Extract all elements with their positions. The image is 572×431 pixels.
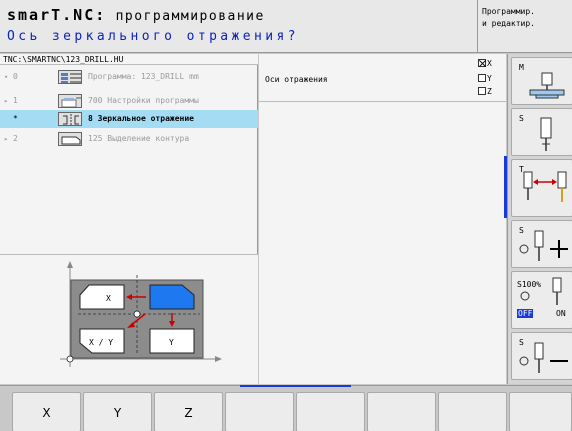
file-path: TNC:\SMARTNC\123_DRILL.HU [0,54,258,65]
divider [259,101,506,102]
softkey-tool-call[interactable]: T [511,159,572,217]
axis-x-name: X [487,59,492,68]
softkey-letter: S [519,114,524,123]
help-graphic: X X / Y Y [0,254,258,384]
softkey-spindle-plus[interactable]: S [511,220,572,268]
softkey-axis-y[interactable]: Y [83,392,152,431]
axis-z-name: Z [487,87,492,96]
spindle-machine-icon [529,72,565,99]
softkey-empty-7[interactable] [438,392,507,431]
contour-icon [58,132,82,146]
tree-item-settings[interactable]: ▸ 1 700 Настройки программы [0,92,258,110]
axis-y-checkbox[interactable]: Y [478,74,492,84]
softkey-spindle[interactable]: S [511,108,572,156]
tree-item-program[interactable]: ▾ 0 Программа: 123_DRILL mm [0,68,258,86]
tool-change-icon [523,171,567,202]
mirror-diagram: X X / Y Y [60,261,222,367]
title-brand: smarT.NC: [7,6,107,24]
program-icon [58,70,82,84]
override-off-toggle[interactable]: OFF [517,309,534,318]
override-percent: S100% [517,280,542,289]
tree-item-contour[interactable]: ▸ 2 125 Выделение контура [0,130,258,148]
collapse-arrow-icon[interactable]: ▾ [4,68,8,86]
form-panel: Оси отражения X Y Z [259,54,506,384]
tree-item-marker: * [13,114,18,123]
settings-icon [58,94,82,108]
softkey-empty-6[interactable] [367,392,436,431]
page-title: smarT.NC: программирование [7,6,265,24]
checkbox-icon[interactable] [478,87,486,95]
spindle-tool-icon [552,277,562,305]
softkey-spindle-minus[interactable]: S [511,332,572,380]
axis-x-checkbox[interactable]: X [478,59,492,69]
spindle-tool-icon [540,117,552,151]
tree-item-label: Программа: 123_DRILL mm [88,72,199,81]
program-tree-panel: TNC:\SMARTNC\123_DRILL.HU ▾ 0 Программа:… [0,54,258,384]
mode-line-2: и редактир. [482,19,535,28]
title-area: smarT.NC: программирование Ось зеркально… [0,0,478,53]
mode-line-1: Программир. [482,7,535,16]
vertical-softkey-bar: M S T S S100% OFF ON S [507,54,572,384]
expand-arrow-icon[interactable]: ▸ [4,130,8,148]
softkey-empty-4[interactable] [225,392,294,431]
diagram-y-label: Y [169,338,174,347]
axis-y-name: Y [487,74,492,83]
tree-item-number: 0 [13,72,18,81]
mirror-axes-label: Оси отражения [265,75,328,84]
softkey-empty-8[interactable] [509,392,572,431]
tree-item-number: 2 [13,134,18,143]
softkey-m-function[interactable]: M [511,57,572,105]
tree-item-label: 700 Настройки программы [88,96,199,105]
checkbox-checked-icon[interactable] [478,59,486,67]
tree-item-mirror[interactable]: * 8 Зеркальное отражение [0,110,258,128]
override-on-toggle[interactable]: ON [556,309,566,318]
operating-mode: Программир. и редактир. [482,6,535,30]
softkey-empty-5[interactable] [296,392,365,431]
softkey-axis-z[interactable]: Z [154,392,223,431]
spindle-plus-icon [519,230,568,261]
title-mode: программирование [115,9,265,24]
tree-item-label: 8 Зеркальное отражение [88,114,194,123]
diagram-xy-label: X / Y [89,338,113,347]
axis-z-checkbox[interactable]: Z [478,87,492,97]
softkey-page-indicator [240,385,351,387]
rotation-icon [520,291,530,301]
diagram-x-label: X [106,294,111,303]
spindle-minus-icon [519,342,568,373]
checkbox-icon[interactable] [478,74,486,82]
expand-arrow-icon[interactable]: ▸ [4,92,8,110]
dialog-prompt: Ось зеркального отражения? [7,29,299,44]
tree-item-number: 1 [13,96,18,105]
tree-item-label: 125 Выделение контура [88,134,190,143]
softkey-axis-x[interactable]: X [12,392,81,431]
softkey-spindle-override[interactable]: S100% OFF ON [511,271,572,329]
softkey-letter: M [519,63,524,72]
mirror-icon [58,112,82,126]
header-bar: smarT.NC: программирование Ось зеркально… [0,0,572,53]
horizontal-softkey-bar: X Y Z [0,385,572,431]
